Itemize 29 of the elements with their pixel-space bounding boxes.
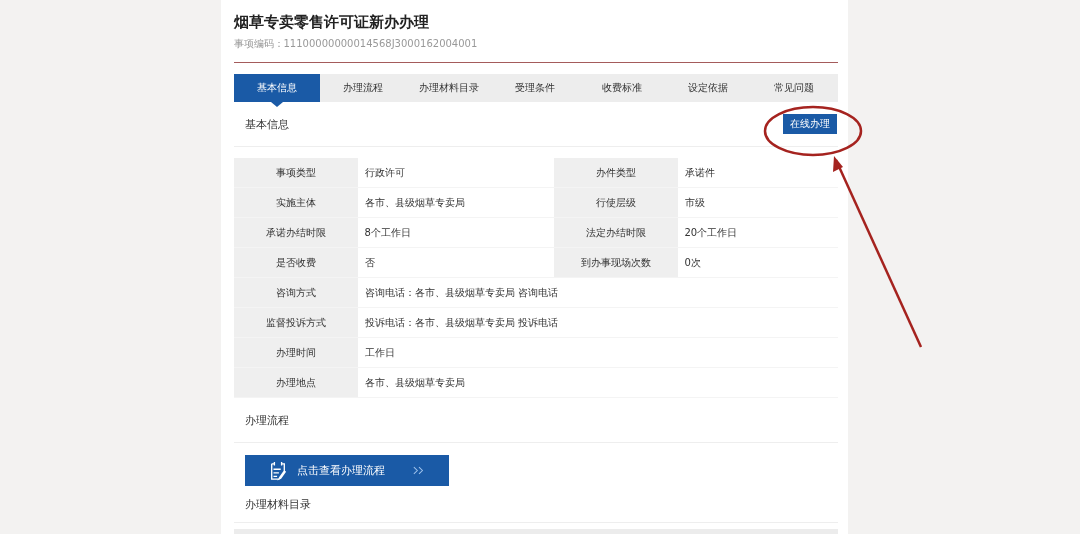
chevron-icon	[412, 466, 425, 475]
tab[interactable]: 收费标准	[578, 74, 665, 102]
tab[interactable]: 常见问题	[751, 74, 838, 102]
tab[interactable]: 办理材料目录	[406, 74, 493, 102]
clipboard-pen-icon	[268, 460, 287, 481]
tab[interactable]: 设定依据	[664, 74, 752, 102]
table-cell: 是否收费	[233, 248, 358, 278]
table-cell: 监督投诉方式	[233, 308, 358, 338]
online-apply-button[interactable]: 在线办理	[782, 114, 837, 134]
table-cell: 实施主体	[233, 188, 358, 218]
tab[interactable]: 受理条件	[492, 74, 579, 102]
table-cell: 到办事现场次数	[553, 248, 678, 278]
table-cell: 办理地点	[233, 368, 358, 398]
section-heading: 基本信息	[244, 116, 289, 132]
table-cell: 法定办结时限	[553, 218, 678, 248]
section-heading: 办理流程	[244, 412, 289, 428]
section-heading: 办理材料目录	[244, 496, 311, 512]
table-cell: 承诺办结时限	[233, 218, 358, 248]
table-cell: 事项类型	[233, 158, 358, 188]
tab-pointer-icon	[270, 102, 283, 107]
tab[interactable]: 基本信息	[233, 74, 320, 102]
table-cell: 咨询方式	[233, 278, 358, 308]
table-cell: 办理时间	[233, 338, 358, 368]
page-title: 烟草专卖零售许可证新办办理	[233, 12, 430, 32]
view-process-button[interactable]: 点击查看办理流程	[244, 455, 449, 486]
item-code: 事项编码：11100000000014568J3000162004001	[233, 37, 479, 51]
table-cell: 行使层级	[553, 188, 678, 218]
table-cell: 办件类型	[553, 158, 678, 188]
tab[interactable]: 办理流程	[319, 74, 407, 102]
